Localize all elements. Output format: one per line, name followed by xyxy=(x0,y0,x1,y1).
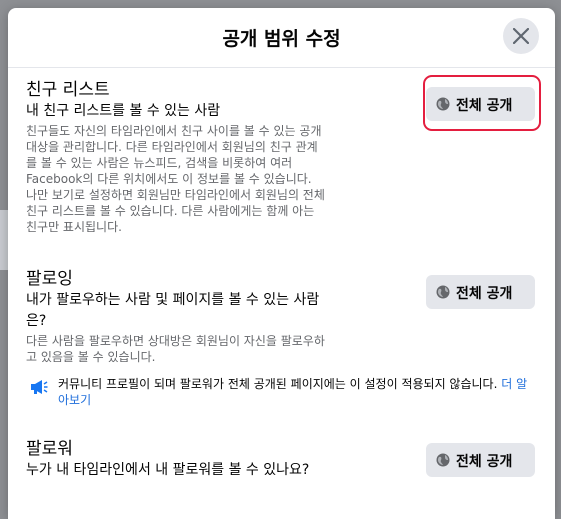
edit-privacy-dialog: 공개 범위 수정 친구 리스트 내 친구 리스트를 볼 수 있는 사람 친구들도… xyxy=(8,8,555,519)
globe-icon xyxy=(436,97,450,111)
dialog-title: 공개 범위 수정 xyxy=(222,28,341,50)
audience-label: 전체 공개 xyxy=(456,454,513,470)
section-description: 친구들도 자신의 타임라인에서 친구 사이를 볼 수 있는 공개 대상을 관리합… xyxy=(26,124,325,234)
audience-label: 전체 공개 xyxy=(456,286,513,302)
following-audience-button[interactable]: 전체 공개 xyxy=(426,275,535,309)
close-button[interactable] xyxy=(503,18,539,54)
followers-audience-button[interactable]: 전체 공개 xyxy=(426,443,535,477)
globe-icon xyxy=(436,285,450,299)
section-subtitle: 내 친구 리스트를 볼 수 있는 사람 xyxy=(26,103,221,119)
close-icon xyxy=(513,28,529,44)
notice-text: 커뮤니티 프로필이 되며 팔로워가 전체 공개된 페이지에는 이 설정이 적용되… xyxy=(58,377,498,391)
megaphone-icon xyxy=(31,380,48,394)
section-description: 다른 사람을 팔로우하면 상대방은 회원님이 자신을 팔로우하고 있음을 볼 수… xyxy=(26,334,325,364)
section-subtitle: 누가 내 타임라인에서 내 팔로워를 볼 수 있나요? xyxy=(26,462,310,478)
dialog-header: 공개 범위 수정 xyxy=(8,8,555,68)
friend-list-audience-button[interactable]: 전체 공개 xyxy=(426,87,535,121)
globe-icon xyxy=(436,453,450,467)
section-subtitle: 내가 팔로우하는 사람 및 페이지를 볼 수 있는 사람은? xyxy=(26,292,320,329)
audience-label: 전체 공개 xyxy=(456,98,513,114)
